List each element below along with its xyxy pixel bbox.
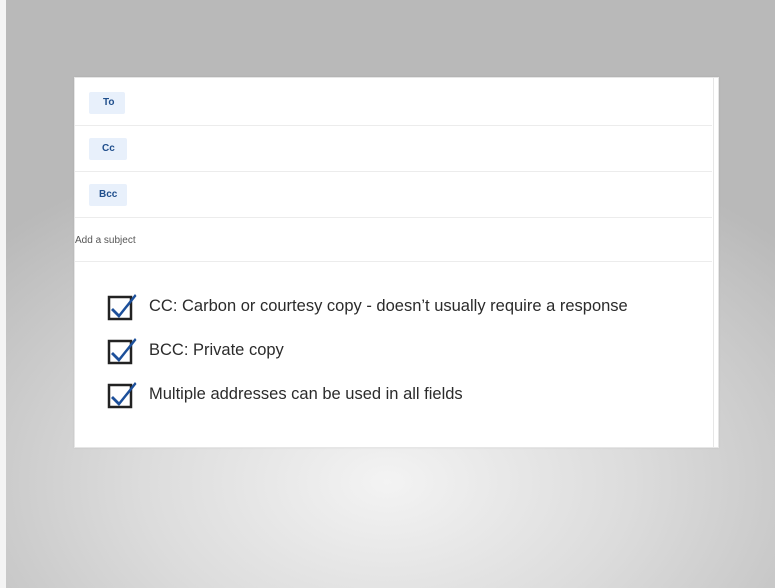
- bullet-text: Multiple addresses can be used in all fi…: [149, 384, 463, 403]
- bcc-field-row[interactable]: Bcc: [75, 172, 712, 218]
- subject-row[interactable]: [75, 218, 712, 262]
- left-edge-strip: [0, 0, 6, 588]
- to-button[interactable]: To: [89, 92, 126, 114]
- to-field-row[interactable]: To: [75, 80, 712, 126]
- cc-button[interactable]: Cc: [89, 138, 127, 160]
- bullet-item-bcc: BCC: Private copy: [107, 328, 628, 372]
- cc-field-row[interactable]: Cc: [75, 126, 712, 172]
- bullet-text: CC: Carbon or courtesy copy - doesn’t us…: [149, 296, 628, 315]
- panel-divider: [713, 78, 714, 447]
- bullet-list: CC: Carbon or courtesy copy - doesn’t us…: [107, 284, 628, 416]
- checkbox-checked-icon: [107, 379, 137, 409]
- email-compose-panel: To Cc Bcc CC: Carbon or courtesy copy - …: [74, 77, 719, 448]
- bullet-item-multiple: Multiple addresses can be used in all fi…: [107, 372, 628, 416]
- bcc-button[interactable]: Bcc: [89, 184, 128, 206]
- checkbox-checked-icon: [107, 291, 137, 321]
- bullet-text: BCC: Private copy: [149, 340, 284, 359]
- checkbox-checked-icon: [107, 335, 137, 365]
- bullet-item-cc: CC: Carbon or courtesy copy - doesn’t us…: [107, 284, 628, 328]
- subject-input[interactable]: [75, 230, 475, 250]
